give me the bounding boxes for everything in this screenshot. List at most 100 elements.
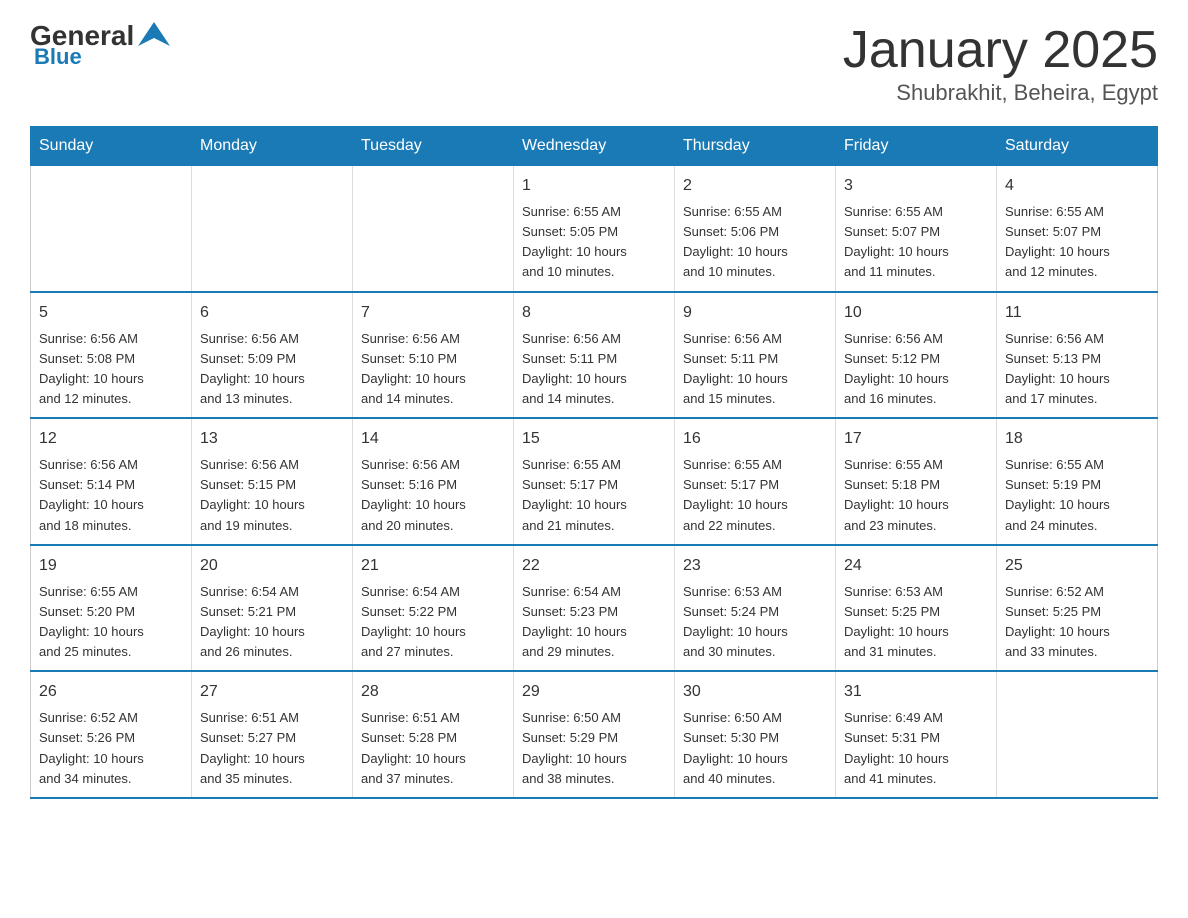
week-row-4: 19Sunrise: 6:55 AM Sunset: 5:20 PM Dayli… (31, 545, 1158, 672)
day-info: Sunrise: 6:56 AM Sunset: 5:12 PM Dayligh… (844, 329, 988, 410)
week-row-3: 12 Sunrise: 6:56 AM Sunset: 5:14 PM Dayli… (31, 418, 1158, 545)
day-number: 21 (361, 554, 505, 578)
day-number: 9 (683, 301, 827, 325)
day-info: Sunrise: 6:51 AM Sunset: 5:27 PM Dayligh… (200, 708, 344, 789)
day-number: 17 (844, 427, 988, 451)
day-number: 10 (844, 301, 988, 325)
calendar-cell (31, 166, 192, 292)
day-number: 30 (683, 680, 827, 704)
header-row: SundayMondayTuesdayWednesdayThursdayFrid… (31, 127, 1158, 166)
calendar-cell: 30 Sunrise: 6:50 AM Sunset: 5:30 PM Dayli… (675, 671, 836, 798)
day-info: Sunrise: 6:55 AM Sunset: 5:17 PM Dayligh… (683, 455, 827, 536)
calendar-cell: 25 Sunrise: 6:52 AM Sunset: 5:25 PM Dayli… (997, 545, 1158, 672)
day-number: 22 (522, 554, 666, 578)
header-day-tuesday: Tuesday (353, 127, 514, 166)
calendar-cell: 5Sunrise: 6:56 AM Sunset: 5:08 PM Daylig… (31, 292, 192, 419)
header-day-sunday: Sunday (31, 127, 192, 166)
day-number: 12 (39, 427, 183, 451)
day-info: Sunrise: 6:55 AM Sunset: 5:17 PM Dayligh… (522, 455, 666, 536)
day-number: 20 (200, 554, 344, 578)
day-info: Sunrise: 6:52 AM Sunset: 5:26 PM Dayligh… (39, 708, 183, 789)
day-number: 28 (361, 680, 505, 704)
day-number: 26 (39, 680, 183, 704)
day-number: 16 (683, 427, 827, 451)
day-number: 14 (361, 427, 505, 451)
day-info: Sunrise: 6:55 AM Sunset: 5:20 PM Dayligh… (39, 582, 183, 663)
calendar-cell (997, 671, 1158, 798)
day-info: Sunrise: 6:54 AM Sunset: 5:21 PM Dayligh… (200, 582, 344, 663)
calendar-cell: 23Sunrise: 6:53 AM Sunset: 5:24 PM Dayli… (675, 545, 836, 672)
day-info: Sunrise: 6:56 AM Sunset: 5:11 PM Dayligh… (522, 329, 666, 410)
calendar-cell: 13 Sunrise: 6:56 AM Sunset: 5:15 PM Dayli… (192, 418, 353, 545)
header-day-friday: Friday (836, 127, 997, 166)
day-info: Sunrise: 6:50 AM Sunset: 5:30 PM Dayligh… (683, 708, 827, 789)
day-info: Sunrise: 6:55 AM Sunset: 5:19 PM Dayligh… (1005, 455, 1149, 536)
day-number: 27 (200, 680, 344, 704)
week-row-1: 1 Sunrise: 6:55 AM Sunset: 5:05 PM Daylig… (31, 166, 1158, 292)
day-number: 4 (1005, 174, 1149, 198)
calendar-cell: 29 Sunrise: 6:50 AM Sunset: 5:29 PM Dayli… (514, 671, 675, 798)
calendar-cell: 21 Sunrise: 6:54 AM Sunset: 5:22 PM Dayli… (353, 545, 514, 672)
day-info: Sunrise: 6:56 AM Sunset: 5:14 PM Dayligh… (39, 455, 183, 536)
calendar-cell: 8 Sunrise: 6:56 AM Sunset: 5:11 PM Daylig… (514, 292, 675, 419)
week-row-5: 26 Sunrise: 6:52 AM Sunset: 5:26 PM Dayli… (31, 671, 1158, 798)
calendar-cell: 28 Sunrise: 6:51 AM Sunset: 5:28 PM Dayli… (353, 671, 514, 798)
calendar-cell: 4Sunrise: 6:55 AM Sunset: 5:07 PM Daylig… (997, 166, 1158, 292)
day-number: 15 (522, 427, 666, 451)
day-info: Sunrise: 6:56 AM Sunset: 5:09 PM Dayligh… (200, 329, 344, 410)
calendar-table: SundayMondayTuesdayWednesdayThursdayFrid… (30, 126, 1158, 799)
calendar-cell: 22 Sunrise: 6:54 AM Sunset: 5:23 PM Dayli… (514, 545, 675, 672)
day-number: 8 (522, 301, 666, 325)
title-section: January 2025 Shubrakhit, Beheira, Egypt (843, 20, 1158, 106)
day-info: Sunrise: 6:55 AM Sunset: 5:05 PM Dayligh… (522, 202, 666, 283)
calendar-cell: 7 Sunrise: 6:56 AM Sunset: 5:10 PM Daylig… (353, 292, 514, 419)
day-info: Sunrise: 6:55 AM Sunset: 5:06 PM Dayligh… (683, 202, 827, 283)
day-info: Sunrise: 6:56 AM Sunset: 5:10 PM Dayligh… (361, 329, 505, 410)
day-number: 31 (844, 680, 988, 704)
calendar-cell (353, 166, 514, 292)
calendar-cell: 3 Sunrise: 6:55 AM Sunset: 5:07 PM Daylig… (836, 166, 997, 292)
calendar-cell (192, 166, 353, 292)
day-number: 3 (844, 174, 988, 198)
logo-arrow-icon (136, 18, 172, 50)
logo-blue-text: Blue (34, 44, 82, 70)
calendar-cell: 16 Sunrise: 6:55 AM Sunset: 5:17 PM Dayli… (675, 418, 836, 545)
day-number: 11 (1005, 301, 1149, 325)
calendar-cell: 12 Sunrise: 6:56 AM Sunset: 5:14 PM Dayli… (31, 418, 192, 545)
calendar-header: SundayMondayTuesdayWednesdayThursdayFrid… (31, 127, 1158, 166)
day-info: Sunrise: 6:50 AM Sunset: 5:29 PM Dayligh… (522, 708, 666, 789)
day-number: 1 (522, 174, 666, 198)
calendar-cell: 17 Sunrise: 6:55 AM Sunset: 5:18 PM Dayli… (836, 418, 997, 545)
day-number: 13 (200, 427, 344, 451)
calendar-cell: 19Sunrise: 6:55 AM Sunset: 5:20 PM Dayli… (31, 545, 192, 672)
day-info: Sunrise: 6:56 AM Sunset: 5:16 PM Dayligh… (361, 455, 505, 536)
day-info: Sunrise: 6:52 AM Sunset: 5:25 PM Dayligh… (1005, 582, 1149, 663)
calendar-cell: 20 Sunrise: 6:54 AM Sunset: 5:21 PM Dayli… (192, 545, 353, 672)
day-info: Sunrise: 6:54 AM Sunset: 5:22 PM Dayligh… (361, 582, 505, 663)
day-number: 7 (361, 301, 505, 325)
calendar-cell: 9 Sunrise: 6:56 AM Sunset: 5:11 PM Daylig… (675, 292, 836, 419)
day-info: Sunrise: 6:56 AM Sunset: 5:13 PM Dayligh… (1005, 329, 1149, 410)
page-header: General Blue January 2025 Shubrakhit, Be… (30, 20, 1158, 106)
day-number: 29 (522, 680, 666, 704)
logo: General Blue (30, 20, 172, 70)
calendar-cell: 15 Sunrise: 6:55 AM Sunset: 5:17 PM Dayli… (514, 418, 675, 545)
header-day-monday: Monday (192, 127, 353, 166)
day-info: Sunrise: 6:51 AM Sunset: 5:28 PM Dayligh… (361, 708, 505, 789)
day-info: Sunrise: 6:56 AM Sunset: 5:11 PM Dayligh… (683, 329, 827, 410)
calendar-cell: 11 Sunrise: 6:56 AM Sunset: 5:13 PM Dayli… (997, 292, 1158, 419)
day-info: Sunrise: 6:55 AM Sunset: 5:07 PM Dayligh… (844, 202, 988, 283)
calendar-cell: 6 Sunrise: 6:56 AM Sunset: 5:09 PM Daylig… (192, 292, 353, 419)
day-info: Sunrise: 6:53 AM Sunset: 5:25 PM Dayligh… (844, 582, 988, 663)
header-day-thursday: Thursday (675, 127, 836, 166)
day-number: 25 (1005, 554, 1149, 578)
day-number: 23 (683, 554, 827, 578)
day-info: Sunrise: 6:56 AM Sunset: 5:15 PM Dayligh… (200, 455, 344, 536)
day-number: 6 (200, 301, 344, 325)
calendar-cell: 10 Sunrise: 6:56 AM Sunset: 5:12 PM Dayli… (836, 292, 997, 419)
calendar-cell: 14 Sunrise: 6:56 AM Sunset: 5:16 PM Dayli… (353, 418, 514, 545)
day-info: Sunrise: 6:54 AM Sunset: 5:23 PM Dayligh… (522, 582, 666, 663)
day-info: Sunrise: 6:55 AM Sunset: 5:18 PM Dayligh… (844, 455, 988, 536)
day-number: 2 (683, 174, 827, 198)
calendar-cell: 18Sunrise: 6:55 AM Sunset: 5:19 PM Dayli… (997, 418, 1158, 545)
